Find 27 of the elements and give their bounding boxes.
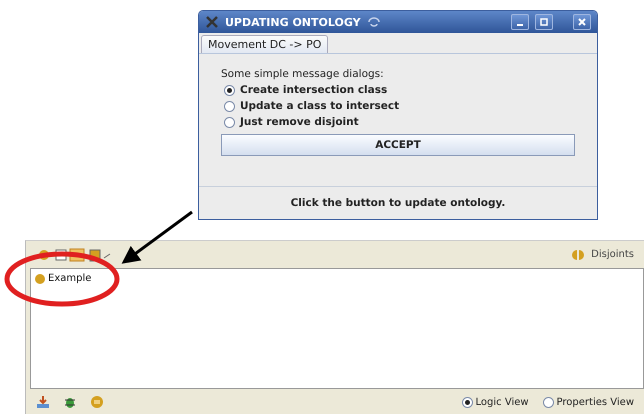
radio-button[interactable]	[542, 396, 554, 408]
option-label[interactable]: Just remove disjoint	[240, 116, 359, 128]
view-label[interactable]: Logic View	[476, 396, 529, 408]
tree-item[interactable]: Example	[48, 273, 92, 284]
radio-button[interactable]	[462, 396, 472, 408]
swirl-icon	[366, 16, 381, 28]
prompt-text: Some simple message dialogs:	[221, 68, 385, 80]
maximize-button[interactable]	[535, 14, 553, 30]
maximize-icon	[540, 18, 548, 26]
radio-button[interactable]	[224, 116, 235, 128]
close-icon	[578, 18, 586, 26]
view-label[interactable]: Properties View	[556, 396, 634, 408]
option-label[interactable]: Update a class to intersect	[240, 100, 400, 112]
minimize-button[interactable]	[511, 14, 529, 30]
legend-label: Disjoints	[591, 249, 634, 260]
option-label[interactable]: Create intersection class	[240, 84, 388, 96]
bug-icon[interactable]	[64, 395, 76, 409]
accept-button[interactable]: ACCEPT	[221, 134, 575, 156]
class-icon	[35, 274, 45, 284]
pointer-arrow	[122, 210, 193, 264]
radio-button[interactable]	[224, 100, 235, 112]
close-button[interactable]	[573, 14, 591, 30]
status-text: Click the button to update ontology.	[199, 186, 597, 219]
window-title: UPDATING ONTOLOGY	[225, 16, 361, 28]
tab[interactable]: Movement DC -> PO	[201, 35, 328, 53]
radio-button[interactable]	[224, 84, 235, 96]
download-icon[interactable]	[36, 395, 50, 409]
